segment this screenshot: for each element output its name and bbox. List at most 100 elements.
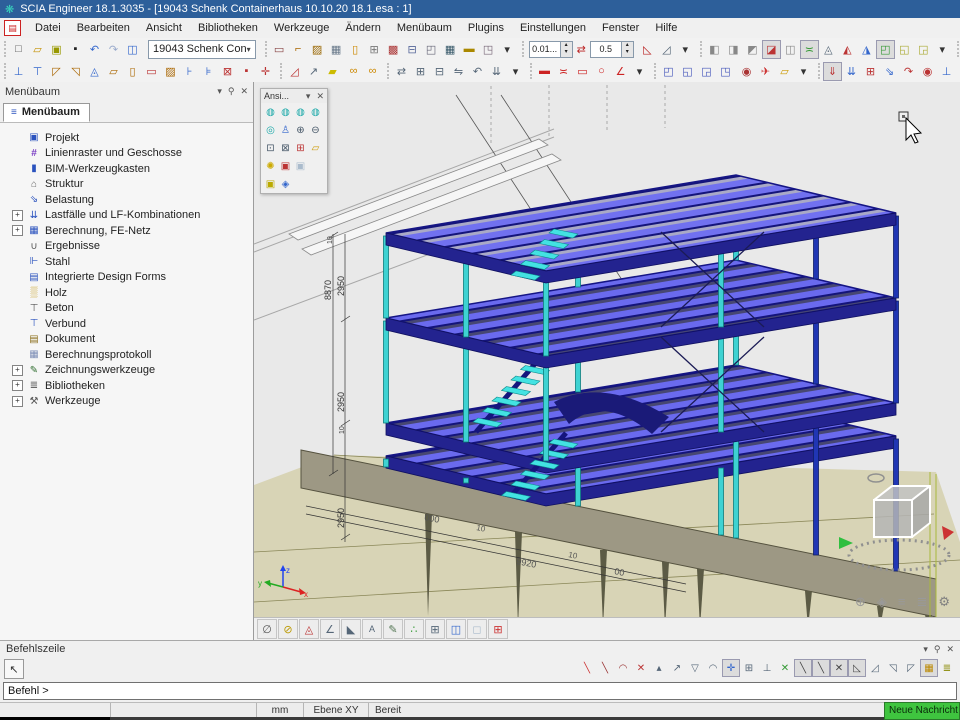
walk-mode-icon[interactable]: ♙ [278, 122, 293, 138]
chevron-down-icon[interactable]: ▾ [217, 86, 222, 97]
search-nodes-icon[interactable]: ∞ [363, 62, 382, 81]
cursor-snap-icon[interactable]: ⇄ [576, 40, 587, 59]
toolbar-grip[interactable] [957, 41, 959, 57]
command-panel-header[interactable]: Befehlszeile ▾ ⚲ ✕ [0, 641, 960, 657]
line-load-icon[interactable]: ⇊ [842, 62, 861, 81]
zoom-in-icon[interactable]: ⊕ [293, 122, 308, 138]
view-toolbar-header[interactable]: Ansi... ▾ ✕ [261, 89, 327, 103]
step-spinner[interactable]: 0.5 ▴▾ [590, 41, 634, 58]
integrierte-design-forms-tree-item[interactable]: ▤ Integrierte Design Forms [0, 270, 253, 286]
clipping-box-icon[interactable]: ▣ [263, 176, 278, 192]
navcube-zoom-icon[interactable]: ⊕ [855, 594, 866, 610]
berechnung-fe-netz-tree-item[interactable]: + ▦ Berechnung, FE-Netz [0, 223, 253, 239]
view-inactive-icon[interactable]: ◻ [467, 619, 487, 639]
edit-plane-icon[interactable]: ▰ [323, 62, 342, 81]
command-input[interactable]: Befehl > [3, 682, 957, 700]
view-flags-overflow-icon[interactable]: ▾ [933, 40, 952, 59]
menu-werkzeuge[interactable]: Werkzeuge [266, 20, 337, 36]
navcube-layer-up-icon[interactable]: ≡ [898, 594, 906, 610]
status-cell-plane[interactable]: Ebene XY [304, 703, 369, 717]
new-node-icon[interactable]: ▪ [237, 62, 256, 81]
close-icon[interactable]: ✕ [946, 644, 954, 655]
plane-angle-icon[interactable]: ◺ [638, 40, 657, 59]
moment-load-icon[interactable]: ↷ [899, 62, 918, 81]
labels-edit-icon[interactable]: ✎ [383, 619, 403, 639]
show-model-data-icon[interactable]: ◱ [895, 40, 914, 59]
expand-icon[interactable]: + [12, 380, 23, 391]
surface-load-icon[interactable]: ⊞ [861, 62, 880, 81]
toolbar-grip[interactable] [818, 63, 820, 79]
show-nodes-icon[interactable]: ◭ [838, 40, 857, 59]
tab-menuebaum[interactable]: ≡ Menübaum [3, 103, 90, 122]
global-axes-icon[interactable]: ◬ [299, 619, 319, 639]
array-icon[interactable]: ⇊ [487, 62, 506, 81]
draw-line-icon[interactable]: ▬ [535, 62, 554, 81]
expand-icon[interactable]: + [12, 396, 23, 407]
camera-view-off-icon[interactable]: ▣ [293, 158, 308, 174]
cmd-erase-icon[interactable]: ✕ [632, 659, 650, 677]
view-manager-icon[interactable]: ◫ [446, 619, 466, 639]
toolbar-grip[interactable] [280, 63, 282, 79]
draw-rectangle-icon[interactable]: ▭ [573, 62, 592, 81]
snap-parallel-icon[interactable]: ◹ [884, 659, 902, 677]
view-x-direction-icon[interactable]: ◍ [263, 104, 278, 120]
isometry-scale-icon[interactable]: ◿ [657, 40, 676, 59]
precision-spinner[interactable]: 0.01... ▴▾ [529, 41, 573, 58]
show-rendered-icon[interactable]: ◨ [724, 40, 743, 59]
redo-icon[interactable]: ↷ [104, 40, 123, 59]
new-document-icon[interactable]: □ [9, 40, 28, 59]
send-model-icon[interactable]: ✈ [756, 62, 775, 81]
section-flag-icon[interactable]: ◣ [341, 619, 361, 639]
cmd-polygon-select-icon[interactable]: ▽ [686, 659, 704, 677]
menu-datei[interactable]: Datei [27, 20, 69, 36]
werkzeuge-tree-item[interactable]: + ⚒ Werkzeuge [0, 394, 253, 410]
cmd-draw-line-icon[interactable]: ╲ [578, 659, 596, 677]
menu-ansicht[interactable]: Ansicht [138, 20, 190, 36]
show-local-axes-icon[interactable]: ≍ [800, 40, 819, 59]
new-subregion-icon[interactable]: ▨ [161, 62, 180, 81]
close-icon[interactable]: ✕ [316, 91, 324, 102]
menu-plugins[interactable]: Plugins [460, 20, 512, 36]
save-project-icon[interactable]: ▣ [47, 40, 66, 59]
print-data-icon[interactable]: ▱ [308, 140, 323, 156]
light-settings-icon[interactable]: ✺ [263, 158, 278, 174]
snap-angle-icon[interactable]: ◸ [902, 659, 920, 677]
copy-icon[interactable]: ⊞ [411, 62, 430, 81]
navcube-layer-down-icon[interactable]: ≣ [916, 594, 927, 610]
picture-gallery-icon[interactable]: ▩ [384, 40, 403, 59]
show-volumes-icon[interactable]: ◧ [705, 40, 724, 59]
drag-node-icon[interactable]: ↗ [304, 62, 323, 81]
toolbar-grip[interactable] [522, 41, 524, 57]
toolbar-grip[interactable] [265, 41, 267, 57]
toolbar-grip[interactable] [387, 63, 389, 79]
labels-abc-icon[interactable]: A [362, 619, 382, 639]
show-supports-icon[interactable]: ◰ [876, 40, 895, 59]
camera-view-icon[interactable]: ▣ [278, 158, 293, 174]
zoom-all-icon[interactable]: ⊠ [278, 140, 293, 156]
grid-settings-icon[interactable]: ⊞ [365, 40, 384, 59]
cmd-insert-node-icon[interactable]: ▴ [650, 659, 668, 677]
new-message-badge[interactable]: Neue Nachricht [884, 702, 960, 720]
snap-midpoint-icon[interactable]: ╲ [812, 659, 830, 677]
export-icon[interactable]: ◳ [479, 40, 498, 59]
view-axonometric-icon[interactable]: ◍ [308, 104, 323, 120]
multicopy-icon[interactable]: ⊟ [430, 62, 449, 81]
toolbar-grip[interactable] [700, 41, 702, 57]
title-bar[interactable]: ❋ SCIA Engineer 18.1.3035 - [19043 Schen… [0, 0, 960, 18]
spinner-arrows-icon[interactable]: ▴▾ [561, 41, 573, 58]
toolbar-grip[interactable] [4, 63, 6, 79]
paperspace-gallery-icon[interactable]: ⊟ [403, 40, 422, 59]
snap-perpendicular-icon[interactable]: ◺ [848, 659, 866, 677]
document-icon[interactable]: ▤ [4, 20, 21, 36]
pin-icon[interactable]: ⚲ [228, 86, 235, 97]
zoom-out-icon[interactable]: ⊖ [308, 122, 323, 138]
show-load-display-icon[interactable]: ◲ [914, 40, 933, 59]
stahl-tree-item[interactable]: ⊩ Stahl [0, 254, 253, 270]
new-beam-icon[interactable]: ⊤ [28, 62, 47, 81]
dokument-tree-item[interactable]: ▤ Dokument [0, 332, 253, 348]
linienraster-und-geschosse-tree-item[interactable]: # Linienraster und Geschosse [0, 146, 253, 162]
precision-value[interactable]: 0.01... [529, 41, 561, 58]
menu-menuebaum[interactable]: Menübaum [389, 20, 460, 36]
lib-overflow-icon[interactable]: ▾ [498, 40, 517, 59]
expand-icon[interactable]: + [12, 210, 23, 221]
